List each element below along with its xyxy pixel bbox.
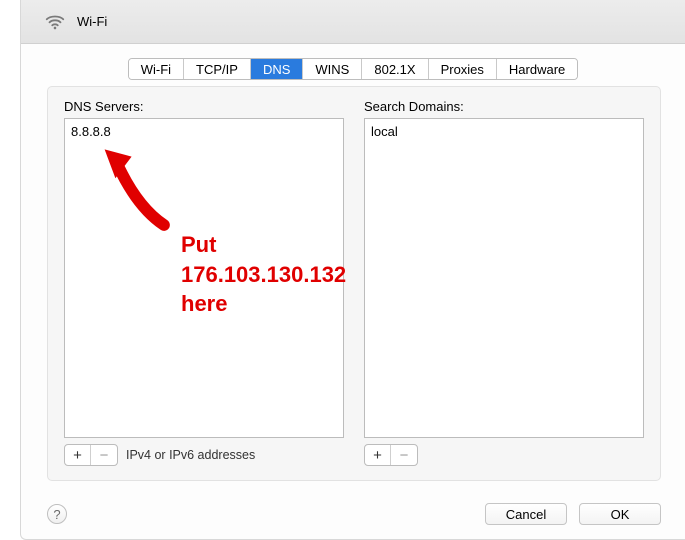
dns-servers-label: DNS Servers: — [64, 99, 344, 114]
tab-label: Hardware — [509, 62, 565, 77]
cancel-button[interactable]: Cancel — [485, 503, 567, 525]
tab-segmented-control: Wi-Fi TCP/IP DNS WINS 802.1X Proxies Har… — [128, 58, 579, 80]
minus-icon: − — [400, 448, 409, 463]
dns-servers-column: DNS Servers: 8.8.8.8 + − IPv4 or IPv6 ad… — [64, 99, 344, 466]
dns-servers-list[interactable]: 8.8.8.8 — [64, 118, 344, 438]
dns-server-entry[interactable]: 8.8.8.8 — [71, 123, 337, 141]
tab-label: 802.1X — [374, 62, 415, 77]
help-button[interactable]: ? — [47, 504, 67, 524]
plus-icon: + — [373, 448, 382, 463]
search-domains-label: Search Domains: — [364, 99, 644, 114]
add-search-domain-button[interactable]: + — [365, 445, 391, 465]
tab-wifi[interactable]: Wi-Fi — [129, 59, 184, 79]
window-titlebar: Wi-Fi — [21, 0, 685, 44]
ok-button[interactable]: OK — [579, 503, 661, 525]
wifi-icon — [43, 10, 67, 34]
dns-hint-text: IPv4 or IPv6 addresses — [126, 448, 255, 462]
tab-label: TCP/IP — [196, 62, 238, 77]
plus-icon: + — [73, 448, 82, 463]
tab-tcpip[interactable]: TCP/IP — [184, 59, 251, 79]
search-domains-list[interactable]: local — [364, 118, 644, 438]
remove-search-domain-button[interactable]: − — [391, 445, 417, 465]
search-domains-column: Search Domains: local + − — [364, 99, 644, 466]
tab-dns[interactable]: DNS — [251, 59, 303, 79]
dialog-footer: ? Cancel OK — [47, 503, 661, 525]
tab-bar: Wi-Fi TCP/IP DNS WINS 802.1X Proxies Har… — [21, 58, 685, 80]
tab-8021x[interactable]: 802.1X — [362, 59, 428, 79]
network-advanced-window: Wi-Fi Wi-Fi TCP/IP DNS WINS 802.1X Proxi… — [20, 0, 685, 540]
window-title: Wi-Fi — [77, 14, 107, 29]
tab-proxies[interactable]: Proxies — [429, 59, 497, 79]
minus-icon: − — [100, 448, 109, 463]
tab-wins[interactable]: WINS — [303, 59, 362, 79]
search-domain-entry[interactable]: local — [371, 123, 637, 141]
remove-dns-server-button[interactable]: − — [91, 445, 117, 465]
dns-panel: DNS Servers: 8.8.8.8 + − IPv4 or IPv6 ad… — [47, 86, 661, 481]
tab-label: DNS — [263, 62, 290, 77]
button-label: OK — [611, 507, 630, 522]
button-label: Cancel — [506, 507, 546, 522]
tab-hardware[interactable]: Hardware — [497, 59, 577, 79]
help-icon: ? — [53, 507, 60, 522]
tab-label: Wi-Fi — [141, 62, 171, 77]
tab-label: WINS — [315, 62, 349, 77]
add-dns-server-button[interactable]: + — [65, 445, 91, 465]
tab-label: Proxies — [441, 62, 484, 77]
